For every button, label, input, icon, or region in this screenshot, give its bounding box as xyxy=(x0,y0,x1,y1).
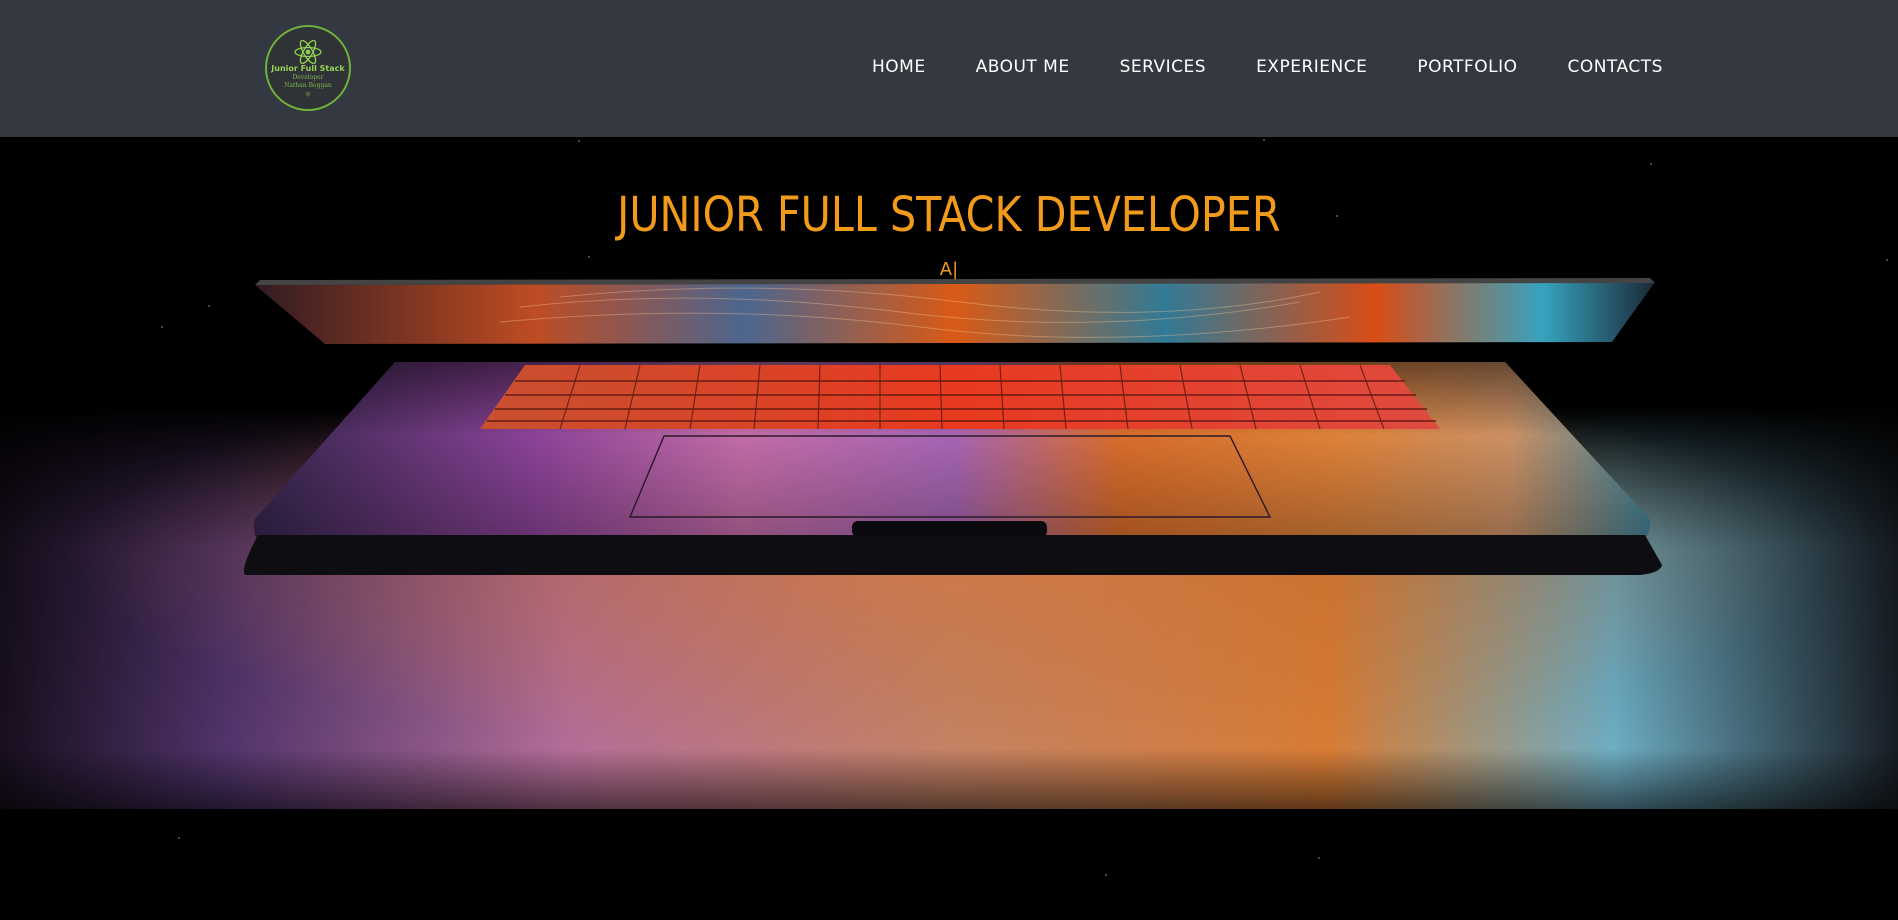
nav-link-about[interactable]: ABOUT ME xyxy=(976,56,1070,78)
nav-link-portfolio[interactable]: PORTFOLIO xyxy=(1417,56,1517,78)
logo-subtitle: Developer xyxy=(292,73,324,81)
nav-item-home: HOME xyxy=(872,56,926,78)
nav-item-portfolio: PORTFOLIO xyxy=(1417,56,1517,78)
logo-name: Nathan Boggan xyxy=(284,81,332,89)
logo-title: Junior Full Stack xyxy=(271,63,345,73)
atom-icon xyxy=(294,39,322,64)
site-logo[interactable]: Junior Full Stack Developer Nathan Bogga… xyxy=(265,25,351,111)
nav-item-contacts: CONTACTS xyxy=(1567,56,1662,78)
nav-item-experience: EXPERIENCE xyxy=(1256,56,1367,78)
nav-link-experience[interactable]: EXPERIENCE xyxy=(1256,56,1367,78)
logo-small-icon: ⚛ xyxy=(304,89,312,99)
nav-item-about: ABOUT ME xyxy=(976,56,1070,78)
laptop-glowing-image xyxy=(0,278,1898,809)
typed-subtitle: A| xyxy=(939,259,959,280)
nav-link-home[interactable]: HOME xyxy=(872,56,926,78)
nav-item-services: SERVICES xyxy=(1120,56,1206,78)
navbar: Junior Full Stack Developer Nathan Bogga… xyxy=(0,0,1898,137)
hero-title: JUNIOR FULL STACK DEVELOPER xyxy=(617,187,1281,243)
nav-link-contacts[interactable]: CONTACTS xyxy=(1567,56,1662,78)
nav-link-services[interactable]: SERVICES xyxy=(1120,56,1206,78)
hero-section: JUNIOR FULL STACK DEVELOPER A| xyxy=(0,137,1898,920)
main-nav: HOME ABOUT ME SERVICES EXPERIENCE PORTFO… xyxy=(872,56,1663,78)
